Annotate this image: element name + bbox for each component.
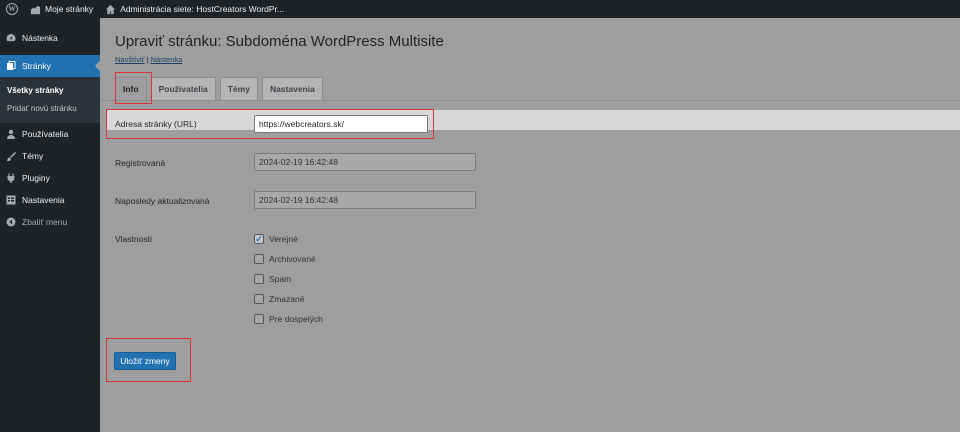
my-sites-label: Moje stránky xyxy=(45,4,94,14)
checkbox-label: Spam xyxy=(269,274,292,284)
sidebar-item-label: Pluginy xyxy=(22,173,50,183)
admin-sidebar: Nástenka Stránky Všetky stránky Pridať n… xyxy=(0,18,100,432)
checkbox-label: Zmazané xyxy=(269,294,305,304)
checkbox-label: Pre dospelých xyxy=(269,314,323,324)
checkbox-box[interactable] xyxy=(254,254,264,264)
my-sites-icon xyxy=(30,5,41,14)
sidebar-item-label: Používatelia xyxy=(22,129,69,139)
wordpress-logo-icon: W xyxy=(6,3,18,15)
sidebar-item-settings[interactable]: Nastavenia xyxy=(0,189,100,211)
save-button-highlight xyxy=(106,338,191,382)
sidebar-item-label: Stránky xyxy=(22,61,51,71)
dashboard-icon xyxy=(6,33,16,43)
checkbox-public[interactable]: ✓ Verejné xyxy=(254,234,298,244)
tab-themes[interactable]: Témy xyxy=(219,77,258,100)
my-sites-menu[interactable]: Moje stránky xyxy=(24,0,99,18)
collapse-icon xyxy=(6,217,16,227)
sidebar-item-label: Nastavenia xyxy=(22,195,65,205)
last-updated-label: Naposledy aktualizovaná xyxy=(115,196,210,206)
info-tab-highlight xyxy=(115,72,152,104)
sidebar-item-themes[interactable]: Témy xyxy=(0,145,100,167)
submenu-add-new-site[interactable]: Pridať novú stránku xyxy=(0,99,100,117)
dashboard-link[interactable]: Nástenka xyxy=(151,55,183,64)
visit-link[interactable]: Navštíviť xyxy=(115,55,144,64)
checkbox-label: Archivované xyxy=(269,254,316,264)
collapse-menu-button[interactable]: Zbaliť menu xyxy=(0,211,100,233)
main-content: Upraviť stránku: Subdoména WordPress Mul… xyxy=(100,18,960,432)
last-updated-field: 2024-02-19 16:42:48 xyxy=(254,191,476,209)
tab-users[interactable]: Používatelia xyxy=(150,77,216,100)
registered-field: 2024-02-19 16:42:48 xyxy=(254,153,476,171)
tab-divider xyxy=(100,100,960,101)
sidebar-item-plugins[interactable]: Pluginy xyxy=(0,167,100,189)
checkbox-box[interactable] xyxy=(254,314,264,324)
link-separator: | xyxy=(146,55,149,64)
plugins-icon xyxy=(6,173,16,183)
page-links: Navštíviť | Nástenka xyxy=(115,55,182,64)
checkbox-box[interactable] xyxy=(254,294,264,304)
network-admin-menu[interactable]: Administrácia siete: HostCreators WordPr… xyxy=(99,0,290,18)
properties-label: Vlastnosti xyxy=(115,234,152,244)
sites-submenu: Všetky stránky Pridať novú stránku xyxy=(0,77,100,123)
sidebar-item-dashboard[interactable]: Nástenka xyxy=(0,27,100,49)
tab-settings[interactable]: Nastavenia xyxy=(261,77,323,100)
registered-label: Registrovaná xyxy=(115,158,166,168)
collapse-menu-label: Zbaliť menu xyxy=(22,217,68,227)
submenu-all-sites[interactable]: Všetky stránky xyxy=(0,81,100,99)
settings-icon xyxy=(6,195,16,205)
home-icon xyxy=(106,4,116,14)
wordpress-logo-button[interactable]: W xyxy=(0,0,24,18)
page-title: Upraviť stránku: Subdoména WordPress Mul… xyxy=(115,33,444,50)
url-field-highlight xyxy=(106,109,434,139)
checkbox-deleted[interactable]: Zmazané xyxy=(254,294,304,304)
checkbox-archived[interactable]: Archivované xyxy=(254,254,316,264)
checkbox-label: Verejné xyxy=(269,234,298,244)
themes-icon xyxy=(6,151,16,161)
checkbox-spam[interactable]: Spam xyxy=(254,274,291,284)
users-icon xyxy=(6,129,16,139)
checkbox-checked-icon[interactable]: ✓ xyxy=(254,234,264,244)
pages-icon xyxy=(6,61,16,71)
sidebar-item-users[interactable]: Používatelia xyxy=(0,123,100,145)
network-admin-label: Administrácia siete: HostCreators WordPr… xyxy=(120,4,284,14)
sidebar-item-label: Nástenka xyxy=(22,33,58,43)
sidebar-item-label: Témy xyxy=(22,151,44,161)
sidebar-item-sites[interactable]: Stránky xyxy=(0,55,100,77)
checkbox-mature[interactable]: Pre dospelých xyxy=(254,314,323,324)
admin-bar: W Moje stránky Administrácia siete: Host… xyxy=(0,0,960,18)
checkbox-box[interactable] xyxy=(254,274,264,284)
